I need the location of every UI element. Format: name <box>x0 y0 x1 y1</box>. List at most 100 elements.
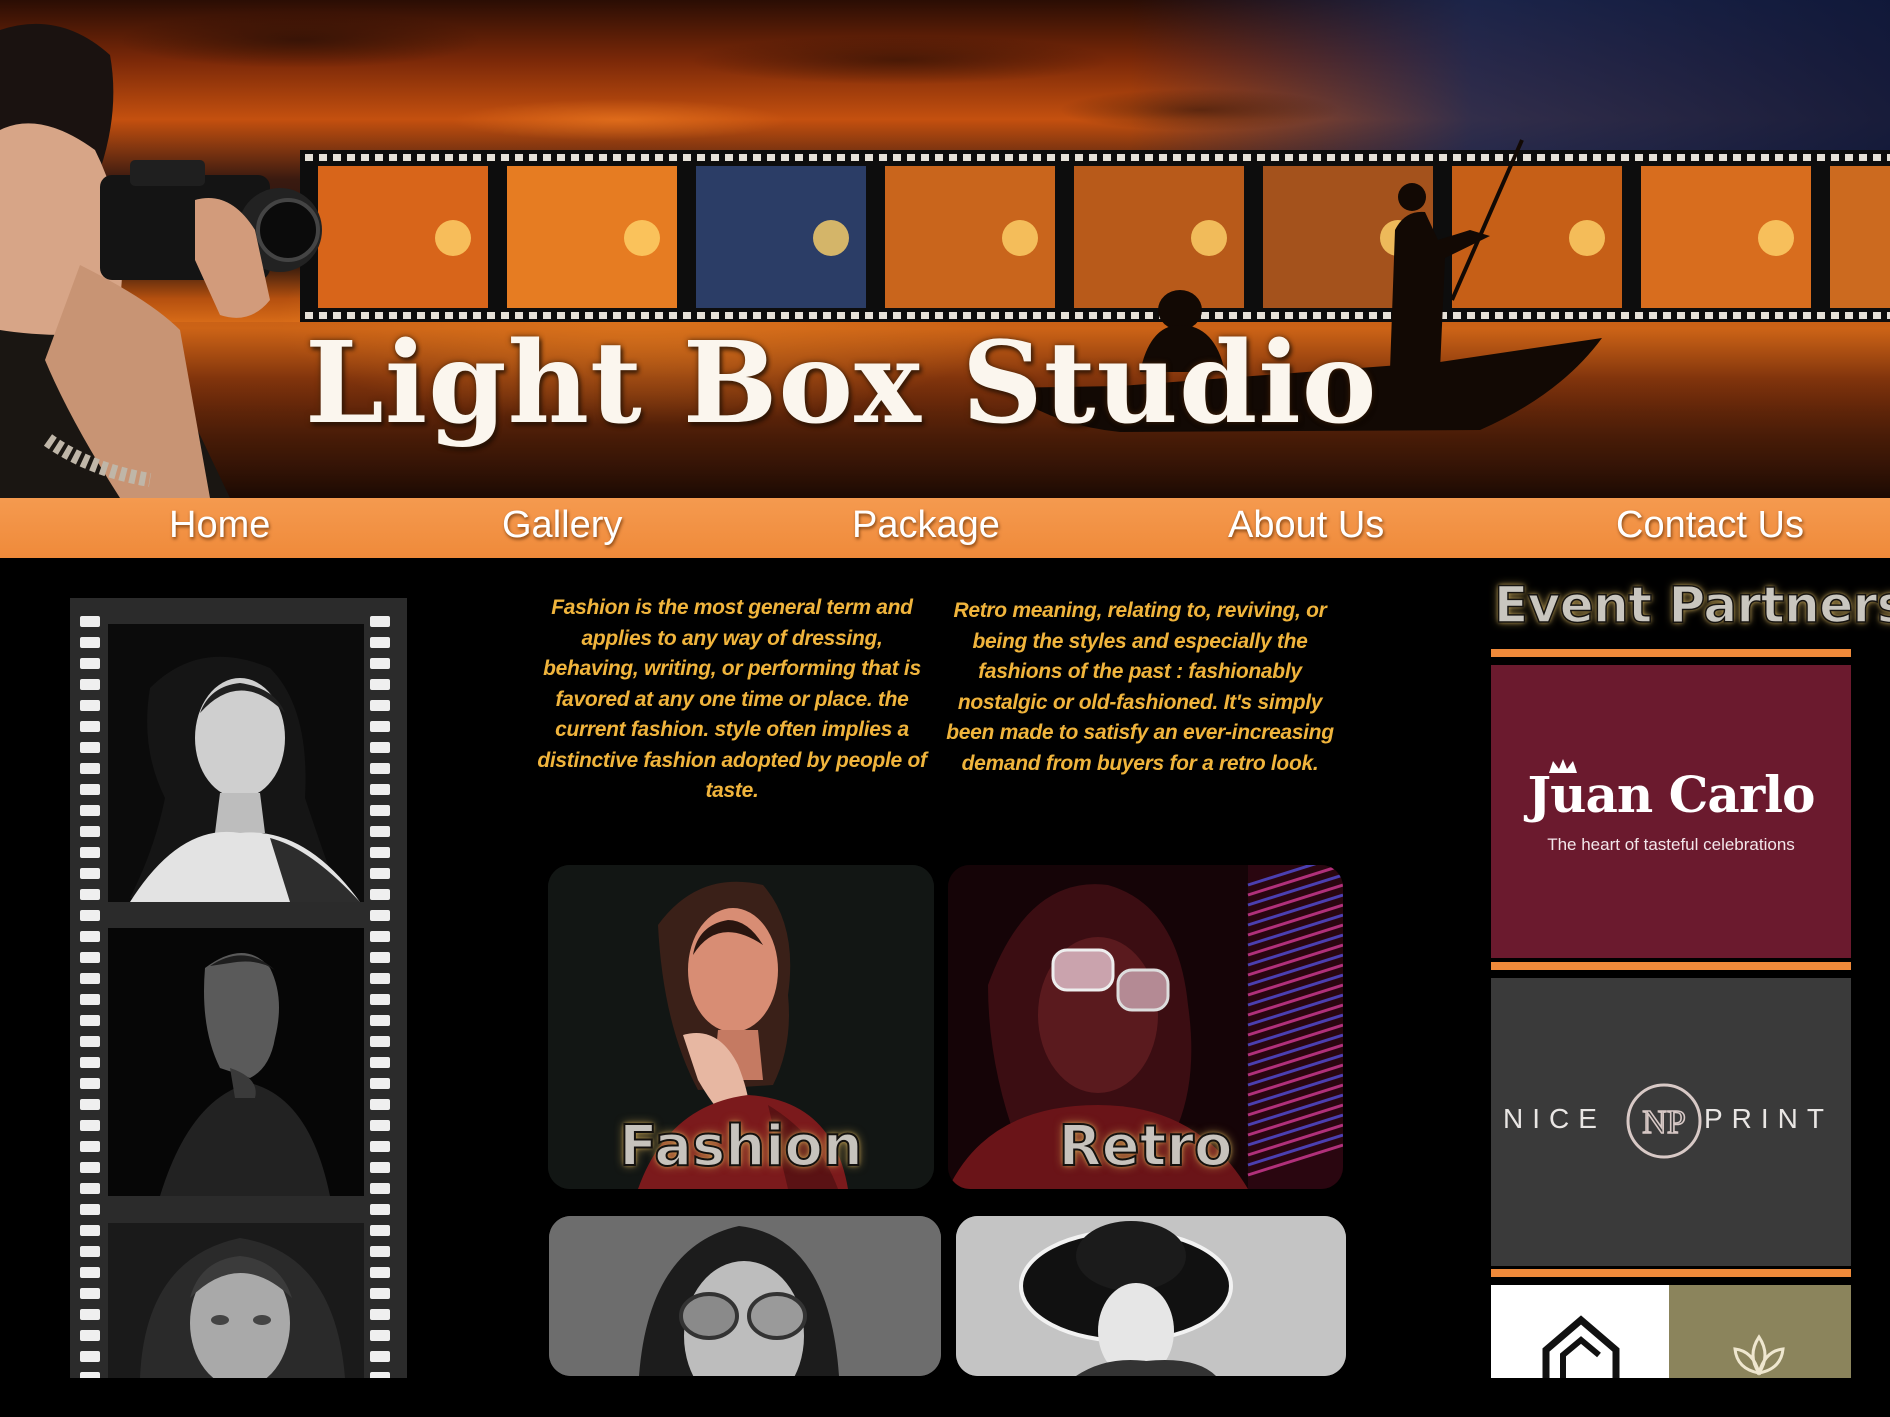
hero-sprocket-hole <box>1635 312 1643 319</box>
film-sprocket-hole <box>80 1015 100 1026</box>
hero-sprocket-hole <box>795 154 803 161</box>
hero-sprocket-hole <box>1705 154 1713 161</box>
film-sprocket-hole <box>80 1267 100 1278</box>
hat-card[interactable] <box>956 1216 1346 1376</box>
hero-sprocket-hole <box>921 154 929 161</box>
hero-sprocket-hole <box>1187 154 1195 161</box>
hero-sprocket-hole <box>1677 154 1685 161</box>
hero-sprocket-hole <box>1495 154 1503 161</box>
hero-sprocket-hole <box>1565 154 1573 161</box>
film-sprocket-hole <box>80 1162 100 1173</box>
film-sprocket-hole <box>80 994 100 1005</box>
hero-sprocket-hole <box>403 154 411 161</box>
hero-sprocket-hole <box>753 154 761 161</box>
hat-photo <box>956 1216 1346 1376</box>
hero-sprocket-hole <box>445 154 453 161</box>
hero-sprocket-hole <box>1159 154 1167 161</box>
hero-sprocket-hole <box>1803 312 1811 319</box>
hero-sprocket-hole <box>1859 154 1867 161</box>
film-sprocket-hole <box>370 1351 390 1362</box>
hero-sprocket-hole <box>389 154 397 161</box>
hero-sprocket-hole <box>1145 154 1153 161</box>
juan-carlo-name: Juan Carlo <box>1527 765 1815 824</box>
hero-sprocket-hole <box>767 154 775 161</box>
hero-sprocket-hole <box>781 154 789 161</box>
hero-sprocket-hole <box>487 154 495 161</box>
film-sprocket-hole <box>80 1309 100 1320</box>
film-sprocket-hole <box>370 1141 390 1152</box>
hero-sprocket-hole <box>1131 154 1139 161</box>
np-monogram-icon: NP <box>1626 1083 1702 1159</box>
hero-sprocket-hole <box>1355 154 1363 161</box>
fashion-card[interactable]: Fashion <box>548 865 934 1189</box>
film-sprocket-hole <box>80 847 100 858</box>
nice-print-logo-row: NICE NP PRINT <box>1491 1081 1851 1161</box>
nav-item-gallery[interactable]: Gallery <box>502 504 622 547</box>
nav-item-about-us[interactable]: About Us <box>1228 504 1384 547</box>
hero-sprocket-hole <box>1467 312 1475 319</box>
hero-sprocket-hole <box>1873 154 1881 161</box>
film-sprocket-hole <box>80 1120 100 1131</box>
hero-sprocket-hole <box>1733 312 1741 319</box>
hero-sprocket-hole <box>1229 154 1237 161</box>
film-sprocket-hole <box>80 742 100 753</box>
hero-sprocket-hole <box>1523 154 1531 161</box>
film-sprocket-hole <box>80 1288 100 1299</box>
hero-sprocket-hole <box>1845 312 1853 319</box>
film-sprocket-hole <box>370 742 390 753</box>
film-sprocket-hole <box>370 1078 390 1089</box>
film-sprocket-hole <box>80 1246 100 1257</box>
film-sprocket-hole <box>370 616 390 627</box>
hero-sprocket-hole <box>893 154 901 161</box>
hero-sprocket-hole <box>1537 154 1545 161</box>
partners-divider-1 <box>1491 649 1851 657</box>
film-sprocket-hole <box>370 1309 390 1320</box>
partner-third[interactable] <box>1491 1285 1851 1378</box>
hero-sprocket-hole <box>641 154 649 161</box>
sunglasses-card[interactable] <box>549 1216 941 1376</box>
hero-sprocket-hole <box>865 154 873 161</box>
hero-sprocket-hole <box>1481 312 1489 319</box>
film-sprocket-hole <box>370 1015 390 1026</box>
juan-carlo-tagline: The heart of tasteful celebrations <box>1547 835 1795 854</box>
film-sprocket-hole <box>370 1099 390 1110</box>
hero-sprocket-hole <box>1607 154 1615 161</box>
hero-sprocket-hole <box>599 154 607 161</box>
film-sprocket-hole <box>370 721 390 732</box>
portrait-frame-2 <box>108 928 364 1196</box>
nav-item-contact-us[interactable]: Contact Us <box>1616 504 1804 547</box>
film-sprocket-hole <box>80 679 100 690</box>
nice-print-left-word: NICE <box>1503 1103 1606 1134</box>
hero-sprocket-hole <box>1747 154 1755 161</box>
hero-frame-sun <box>1002 220 1038 256</box>
hero-sprocket-hole <box>361 154 369 161</box>
hero-sprocket-hole <box>1383 312 1391 319</box>
hero-sprocket-hole <box>1005 154 1013 161</box>
film-sprocket-hole <box>80 784 100 795</box>
hero-sprocket-hole <box>711 154 719 161</box>
partner-nice-print[interactable]: NICE NP PRINT <box>1491 978 1851 1266</box>
hero-sprocket-hole <box>1733 154 1741 161</box>
film-sprocket-hole <box>80 700 100 711</box>
hero-frame-sun <box>435 220 471 256</box>
film-sprocket-hole <box>370 889 390 900</box>
film-sprocket-hole <box>370 1036 390 1047</box>
film-sprocket-hole <box>80 1351 100 1362</box>
hero-sprocket-hole <box>1649 154 1657 161</box>
film-sprocket-hole <box>80 973 100 984</box>
hero-sprocket-hole <box>1341 154 1349 161</box>
hero-sprocket-hole <box>1369 154 1377 161</box>
partner-juan-carlo[interactable]: Juan Carlo The heart of tasteful celebra… <box>1491 665 1851 958</box>
retro-card[interactable]: Retro <box>948 865 1343 1189</box>
film-sprocket-hole <box>80 889 100 900</box>
hero-sprocket-hole <box>417 154 425 161</box>
hero-film-frame <box>1830 166 1890 308</box>
hero-sprocket-hole <box>459 154 467 161</box>
film-sprocket-hole <box>80 931 100 942</box>
nav-item-package[interactable]: Package <box>852 504 1000 547</box>
nav-item-home[interactable]: Home <box>169 504 270 547</box>
page-bottom-band <box>0 1378 1890 1417</box>
film-sprocket-hole <box>370 637 390 648</box>
hero-sprocket-hole <box>1397 154 1405 161</box>
hero-sprocket-hole <box>1775 312 1783 319</box>
